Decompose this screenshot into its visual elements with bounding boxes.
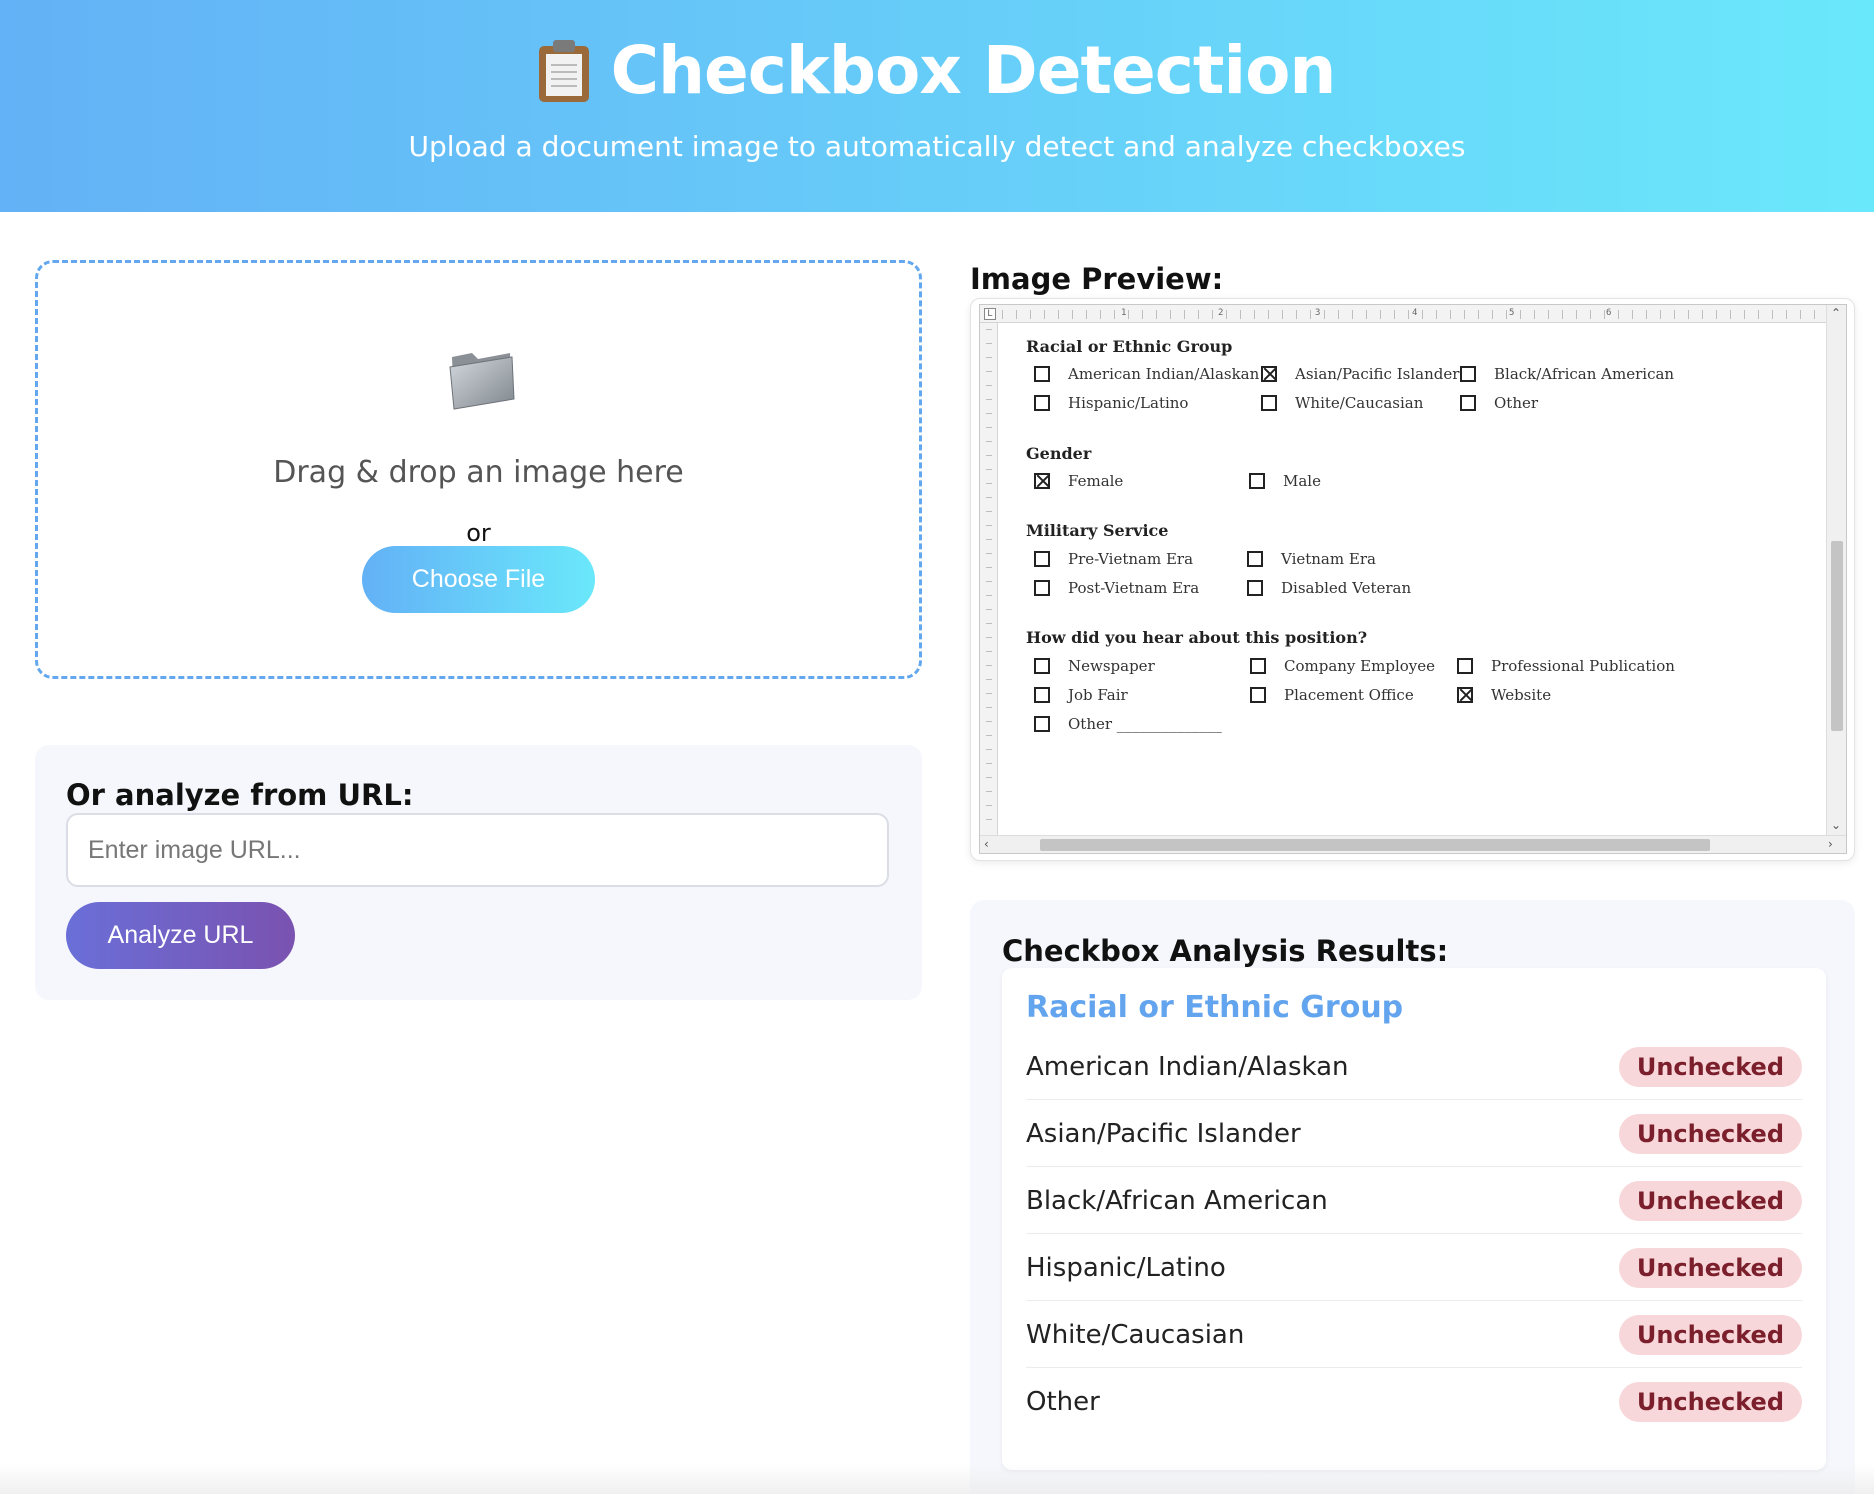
doc-checkbox-option: Male: [1249, 472, 1321, 490]
result-label: White/Caucasian: [1026, 1320, 1245, 1350]
analyze-url-button[interactable]: Analyze URL: [66, 902, 295, 969]
doc-checkbox-option: Hispanic/Latino: [1034, 394, 1188, 412]
checkbox-icon: [1250, 658, 1266, 674]
doc-checkbox-option: Other ______________: [1034, 715, 1222, 733]
scroll-thumb: [1040, 839, 1710, 851]
ruler-number: 6: [1606, 308, 1612, 318]
result-label: Hispanic/Latino: [1026, 1253, 1226, 1283]
result-label: Other: [1026, 1387, 1100, 1417]
checkbox-icon: [1249, 473, 1265, 489]
doc-checkbox-option: Pre-Vietnam Era: [1034, 550, 1193, 568]
doc-section-title: How did you hear about this position?: [1026, 628, 1368, 647]
vertical-ruler: [980, 323, 998, 837]
result-label: American Indian/Alaskan: [1026, 1052, 1349, 1082]
result-label: Black/African American: [1026, 1186, 1328, 1216]
document-screenshot: L 1 2 3 4 5 6 Racial or Ethnic Group Ame…: [979, 304, 1847, 854]
doc-section-title: Racial or Ethnic Group: [1026, 337, 1233, 356]
scroll-down-icon: ⌄: [1831, 818, 1842, 832]
checkbox-icon: [1034, 658, 1050, 674]
doc-checkbox-option: Other: [1460, 394, 1538, 412]
checkbox-icon: [1247, 551, 1263, 567]
result-row: Black/African American Unchecked: [1026, 1167, 1802, 1234]
scroll-right-icon: ›: [1828, 837, 1833, 851]
status-badge: Unchecked: [1618, 1181, 1802, 1221]
doc-checkbox-option: Female: [1034, 472, 1123, 490]
checkbox-icon: [1034, 366, 1050, 382]
doc-checkbox-option: Disabled Veteran: [1247, 579, 1411, 597]
checkbox-icon: [1034, 395, 1050, 411]
results-heading: Checkbox Analysis Results:: [1002, 934, 1449, 968]
vertical-scrollbar: ⌃ ⌄: [1826, 305, 1846, 837]
status-badge: Unchecked: [1618, 1315, 1802, 1355]
header-title-row: Checkbox Detection: [0, 32, 1874, 109]
doc-checkbox-option: Company Employee: [1250, 657, 1435, 675]
clipboard-icon: [538, 39, 589, 102]
page-subtitle: Upload a document image to automatically…: [408, 130, 1466, 163]
ruler-number: 1: [1121, 308, 1127, 318]
checkbox-icon: [1460, 395, 1476, 411]
scroll-left-icon: ‹: [984, 837, 989, 851]
url-panel: Or analyze from URL: Analyze URL: [35, 745, 922, 1000]
doc-checkbox-option: Newspaper: [1034, 657, 1155, 675]
status-badge: Unchecked: [1618, 1114, 1802, 1154]
doc-checkbox-option: Job Fair: [1034, 686, 1128, 704]
checkbox-icon: [1261, 395, 1277, 411]
checkbox-icon: [1034, 687, 1050, 703]
result-row: Asian/Pacific Islander Unchecked: [1026, 1100, 1802, 1167]
image-preview-heading: Image Preview:: [970, 262, 1224, 296]
result-row: American Indian/Alaskan Unchecked: [1026, 1033, 1802, 1100]
checkbox-icon: [1457, 658, 1473, 674]
doc-checkbox-option: American Indian/Alaskan: [1034, 365, 1259, 383]
results-card: Racial or Ethnic Group American Indian/A…: [1002, 968, 1826, 1470]
doc-checkbox-option: Professional Publication: [1457, 657, 1675, 675]
checkbox-icon: [1460, 366, 1476, 382]
checkbox-icon: [1247, 580, 1263, 596]
image-preview: L 1 2 3 4 5 6 Racial or Ethnic Group Ame…: [970, 298, 1855, 861]
image-url-input[interactable]: [66, 813, 889, 887]
status-badge: Unchecked: [1618, 1248, 1802, 1288]
checked-checkbox-icon: [1261, 366, 1277, 382]
ruler-number: 4: [1412, 308, 1418, 318]
ruler-number: 2: [1218, 308, 1224, 318]
doc-checkbox-option: Vietnam Era: [1247, 550, 1376, 568]
horizontal-ruler: L 1 2 3 4 5 6: [980, 305, 1840, 323]
result-row: Other Unchecked: [1026, 1368, 1802, 1435]
doc-checkbox-option: White/Caucasian: [1261, 394, 1423, 412]
result-row: White/Caucasian Unchecked: [1026, 1301, 1802, 1368]
scroll-thumb: [1831, 541, 1843, 731]
drop-zone[interactable]: Drag & drop an image here or Choose File: [35, 260, 922, 679]
url-heading: Or analyze from URL:: [66, 778, 414, 812]
scroll-up-icon: ⌃: [1831, 306, 1842, 320]
doc-section-title: Gender: [1026, 444, 1092, 463]
result-group-title: Racial or Ethnic Group: [1026, 990, 1404, 1025]
checkbox-icon: [1034, 580, 1050, 596]
result-row: Hispanic/Latino Unchecked: [1026, 1234, 1802, 1301]
status-badge: Unchecked: [1618, 1382, 1802, 1422]
folder-icon: [449, 353, 515, 410]
app-header: Checkbox Detection Upload a document ima…: [0, 0, 1874, 212]
doc-checkbox-option: Black/African American: [1460, 365, 1674, 383]
ruler-number: 5: [1509, 308, 1515, 318]
checked-checkbox-icon: [1034, 473, 1050, 489]
checkbox-icon: [1250, 687, 1266, 703]
result-label: Asian/Pacific Islander: [1026, 1119, 1301, 1149]
doc-checkbox-option: Website: [1457, 686, 1551, 704]
document-page: Racial or Ethnic Group American Indian/A…: [998, 323, 1828, 837]
choose-file-button[interactable]: Choose File: [362, 546, 595, 613]
doc-checkbox-option: Asian/Pacific Islander: [1261, 365, 1459, 383]
checked-checkbox-icon: [1457, 687, 1473, 703]
doc-checkbox-option: Placement Office: [1250, 686, 1414, 704]
tab-selector-icon: L: [984, 308, 996, 320]
checkbox-icon: [1034, 716, 1050, 732]
or-separator: or: [466, 519, 491, 547]
doc-checkbox-option: Post-Vietnam Era: [1034, 579, 1199, 597]
status-badge: Unchecked: [1618, 1047, 1802, 1087]
drag-drop-text: Drag & drop an image here: [273, 455, 684, 490]
ruler-number: 3: [1315, 308, 1321, 318]
results-panel: Checkbox Analysis Results: Racial or Eth…: [970, 900, 1855, 1494]
checkbox-icon: [1034, 551, 1050, 567]
page-title: Checkbox Detection: [610, 32, 1337, 109]
doc-section-title: Military Service: [1026, 521, 1169, 540]
horizontal-scrollbar: ‹ ›: [980, 835, 1846, 853]
